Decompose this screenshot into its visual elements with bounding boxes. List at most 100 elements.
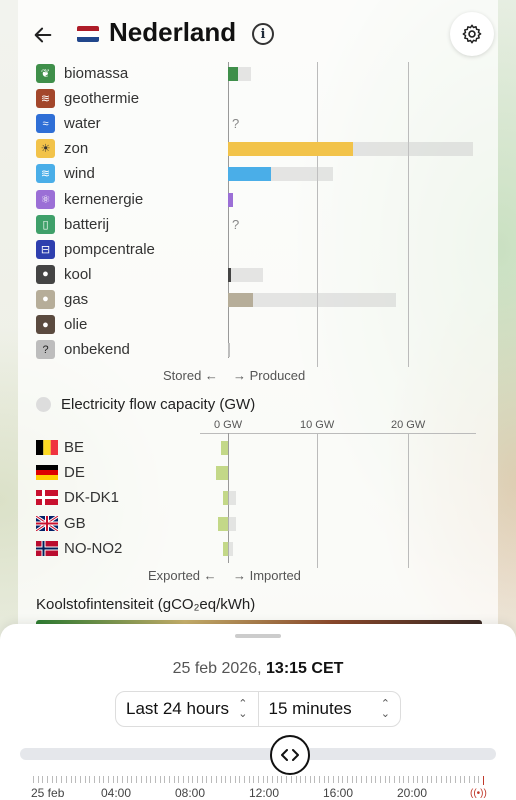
timeline-tick bbox=[436, 776, 438, 783]
timeline-tick bbox=[239, 776, 241, 783]
production-row-geothermie[interactable]: ≋ geothermie bbox=[36, 88, 496, 110]
flow-axis-top bbox=[200, 433, 476, 434]
code-arrows-icon bbox=[281, 749, 299, 761]
timeline-tick bbox=[37, 776, 39, 783]
production-row-onbekend[interactable]: ? onbekend bbox=[36, 339, 496, 361]
exported-label: Exported ← bbox=[148, 568, 217, 583]
timeline-tick bbox=[333, 776, 334, 783]
timeline-tick bbox=[426, 776, 428, 783]
timeline-tick bbox=[295, 776, 297, 783]
timeline-tick bbox=[126, 776, 128, 783]
sheet-handle[interactable] bbox=[235, 634, 281, 638]
timeline-tick bbox=[267, 776, 269, 783]
timeline-tick bbox=[318, 776, 320, 783]
timeline-tick bbox=[384, 776, 386, 783]
timeline-tick bbox=[79, 776, 81, 783]
timeline-tick bbox=[304, 776, 306, 783]
production-row-olie[interactable]: ● olie bbox=[36, 314, 496, 336]
time-controller-sheet: 25 feb 2026, 13:15 CET Last 24 hours ⌃ ⌄ … bbox=[0, 624, 516, 800]
timeline-tick bbox=[342, 776, 344, 783]
timeline-tick bbox=[281, 776, 283, 783]
timeline-tick bbox=[370, 776, 372, 783]
timeline-tick bbox=[253, 776, 255, 783]
timeline-tick bbox=[398, 776, 400, 783]
timeline-tick bbox=[183, 776, 184, 783]
production-row-water[interactable]: ≈ water? bbox=[36, 113, 496, 135]
timeline-tick bbox=[473, 776, 475, 783]
production-bar bbox=[228, 167, 271, 182]
flow-row-be[interactable]: BE bbox=[36, 437, 496, 459]
timeline-tick bbox=[286, 776, 288, 783]
timeline-tick bbox=[300, 776, 302, 783]
timeline-tick bbox=[75, 776, 77, 783]
timeline-tick bbox=[309, 776, 311, 783]
back-button[interactable] bbox=[28, 20, 58, 50]
timeline-tick bbox=[290, 776, 292, 783]
timeline-tick bbox=[365, 776, 367, 783]
timeline-tick bbox=[258, 776, 259, 783]
date-text: 25 feb 2026, bbox=[172, 660, 262, 677]
production-label: zon bbox=[64, 140, 89, 158]
timeline-tick bbox=[351, 776, 353, 783]
page-title: Nederland bbox=[109, 17, 237, 47]
timeline-tick bbox=[154, 776, 156, 783]
carbon-title: Koolstofintensiteit (gCO₂eq/kWh) bbox=[36, 596, 256, 613]
timeline-tick bbox=[159, 776, 161, 783]
timeline-tick bbox=[276, 776, 278, 783]
timeline-tick bbox=[347, 776, 349, 783]
timeline-tick bbox=[459, 776, 461, 783]
live-broadcast-icon[interactable]: ((•)) bbox=[470, 788, 487, 799]
export-bar bbox=[218, 516, 228, 531]
timeline-tick bbox=[173, 776, 175, 783]
import-bar bbox=[228, 491, 236, 506]
production-row-kernenergie[interactable]: ⚛ kernenergie bbox=[36, 189, 496, 211]
timeline-tick bbox=[450, 776, 452, 783]
flow-label: DE bbox=[64, 464, 85, 482]
flow-row-de[interactable]: DE bbox=[36, 462, 496, 484]
timeline-tick bbox=[337, 776, 339, 783]
coal-icon: ● bbox=[36, 264, 55, 284]
timeline-label: 16:00 bbox=[323, 786, 354, 800]
timeline-ticks bbox=[33, 776, 484, 786]
production-label: water bbox=[64, 115, 101, 133]
timeline-tick bbox=[323, 776, 325, 783]
timeline-label: 04:00 bbox=[101, 786, 132, 800]
flow-tick: 10 GW bbox=[300, 419, 335, 431]
timeline-tick bbox=[84, 776, 86, 783]
interval-select[interactable]: 15 minutes ⌃ ⌄ bbox=[257, 692, 401, 726]
imported-label: → Imported bbox=[233, 568, 301, 583]
flow-row-no-no2[interactable]: NO-NO2 bbox=[36, 538, 496, 560]
timeline-label: 12:00 bbox=[249, 786, 280, 800]
production-label: batterij bbox=[64, 215, 110, 233]
flow-row-gb[interactable]: GB bbox=[36, 513, 496, 535]
production-label: gas bbox=[64, 290, 89, 308]
time-slider-track[interactable] bbox=[20, 748, 496, 760]
production-row-kool[interactable]: ● kool bbox=[36, 264, 496, 286]
no-flag-icon bbox=[36, 540, 58, 556]
production-label: pompcentrale bbox=[64, 240, 155, 258]
production-bar bbox=[228, 267, 231, 282]
timeline-tick bbox=[412, 776, 414, 783]
production-row-biomassa[interactable]: ❦ biomassa bbox=[36, 63, 496, 85]
settings-button[interactable] bbox=[450, 12, 494, 56]
timeline-tick bbox=[215, 776, 217, 783]
timeline-tick bbox=[164, 776, 166, 783]
export-bar bbox=[220, 441, 228, 455]
timeline-tick bbox=[328, 776, 330, 783]
info-icon[interactable]: i bbox=[252, 23, 274, 45]
timeline-tick bbox=[379, 776, 381, 783]
range-select[interactable]: Last 24 hours ⌃ ⌄ bbox=[116, 692, 258, 726]
time-slider-thumb[interactable] bbox=[270, 735, 310, 775]
timeline-tick bbox=[464, 776, 466, 783]
production-row-pompcentrale[interactable]: ⊟ pompcentrale bbox=[36, 239, 496, 261]
production-row-batterij[interactable]: ▯ batterij? bbox=[36, 214, 496, 236]
timeline-tick bbox=[65, 776, 67, 783]
timeline-tick bbox=[33, 776, 34, 783]
timeline-tick bbox=[234, 776, 236, 783]
flow-row-dk-dk1[interactable]: DK-DK1 bbox=[36, 487, 496, 509]
timeline-tick bbox=[468, 776, 470, 783]
timeline-tick bbox=[389, 776, 391, 783]
battery-icon: ▯ bbox=[36, 214, 55, 234]
stored-label: Stored ← bbox=[163, 368, 218, 383]
timeline-tick bbox=[417, 776, 419, 783]
